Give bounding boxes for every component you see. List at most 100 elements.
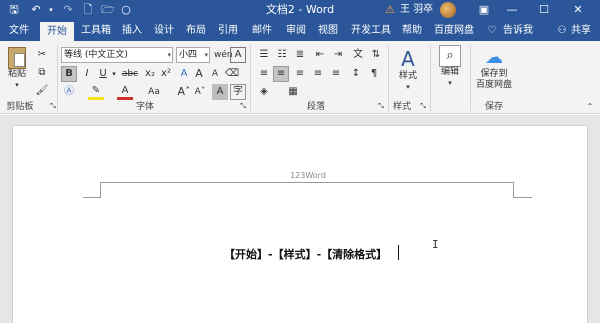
font-size-combo[interactable]: 小四 ▾ <box>176 47 210 63</box>
multilevel-list-icon[interactable]: ≣ <box>292 47 308 63</box>
align-right-icon[interactable]: ≡ <box>292 66 308 82</box>
tab-help[interactable]: 帮助 <box>398 20 426 41</box>
underline-dropdown-icon[interactable]: ▾ <box>110 66 118 82</box>
editing-dropdown-icon: ▾ <box>448 79 452 87</box>
baidu-netdisk-icon: ☁ <box>485 47 503 68</box>
circle-icon[interactable]: ○ <box>118 1 134 19</box>
save-to-baidu-button[interactable]: ☁ 保存到 百度网盘 <box>474 47 514 91</box>
styles-button[interactable]: A 样式 ▾ <box>392 47 424 93</box>
baidu-netdisk-label: 百度网盘 <box>475 80 512 90</box>
close-icon[interactable]: ✕ <box>570 1 586 19</box>
paragraph-launcher-icon[interactable]: ⤡ <box>376 101 386 111</box>
minimize-icon[interactable]: — <box>504 1 520 19</box>
margin-mark-left <box>83 197 101 198</box>
ribbon-tab-bar: 文件 开始 工具箱 插入 设计 布局 引用 邮件 审阅 视图 开发工具 帮助 百… <box>0 20 600 41</box>
paste-label: 粘贴 <box>7 69 26 79</box>
tab-view[interactable]: 视图 <box>314 20 342 41</box>
tab-references[interactable]: 引用 <box>214 20 242 41</box>
search-icon: ⌕ <box>439 45 461 67</box>
paste-button[interactable]: 粘贴 ▾ <box>4 47 30 91</box>
increase-indent-icon[interactable]: ⇥ <box>330 47 346 63</box>
styles-launcher-icon[interactable]: ⤡ <box>418 101 428 111</box>
undo-dropdown-icon[interactable]: ▾ <box>46 1 56 19</box>
shading-icon[interactable]: ◈ <box>256 84 272 100</box>
align-center-icon[interactable]: ≡ <box>273 66 289 82</box>
save-group-label: 保存 <box>484 102 503 112</box>
bullets-icon[interactable]: ☰ <box>256 47 272 63</box>
font-launcher-icon[interactable]: ⤡ <box>238 101 248 111</box>
save-icon[interactable]: 🖫 <box>6 1 22 19</box>
new-document-icon[interactable]: 🗋 <box>80 1 96 19</box>
underline-button[interactable]: U <box>95 66 111 82</box>
font-color-icon[interactable]: A <box>117 84 133 100</box>
tab-insert[interactable]: 插入 <box>118 20 146 41</box>
tell-me[interactable]: 告诉我 <box>500 20 536 41</box>
decrease-indent-icon[interactable]: ⇤ <box>312 47 328 63</box>
tab-toolbox[interactable]: 工具箱 <box>78 20 114 41</box>
text-effects-icon[interactable]: A <box>176 66 192 82</box>
show-marks-icon[interactable]: ¶ <box>366 66 382 82</box>
shrink-font-icon[interactable]: Aˇ <box>192 84 208 100</box>
shrink-font-button[interactable]: A <box>207 66 223 82</box>
text-effect-icon[interactable]: Ⓐ <box>61 84 77 100</box>
chinese-layout-icon[interactable]: 文 <box>350 47 366 63</box>
chevron-down-icon: ▾ <box>167 51 171 59</box>
enclose-characters-icon[interactable]: 字 <box>230 84 246 100</box>
tab-design[interactable]: 设计 <box>150 20 178 41</box>
margin-mark-left-vertical <box>100 182 101 198</box>
italic-button[interactable]: I <box>79 66 95 82</box>
tab-baidu-netdisk[interactable]: 百度网盘 <box>432 20 476 41</box>
borders-icon[interactable]: ▦ <box>285 84 301 100</box>
chevron-down-icon: ▾ <box>204 51 208 59</box>
header-line <box>100 182 514 183</box>
copy-icon[interactable]: ⧉ <box>34 65 50 81</box>
distributed-icon[interactable]: ≡ <box>328 66 344 82</box>
sort-icon[interactable]: ⇅ <box>368 47 384 63</box>
tab-layout[interactable]: 布局 <box>182 20 210 41</box>
tab-developer[interactable]: 开发工具 <box>348 20 394 41</box>
strikethrough-button[interactable]: abc <box>121 66 139 82</box>
character-shading-icon[interactable]: A <box>212 84 228 100</box>
ribbon-display-icon[interactable]: ▣ <box>476 1 492 19</box>
numbering-icon[interactable]: ☷ <box>274 47 290 63</box>
ibeam-cursor-icon: I <box>432 238 439 251</box>
undo-icon[interactable]: ↶ <box>28 1 44 19</box>
share-button[interactable]: 共享 <box>568 20 594 41</box>
lightbulb-icon[interactable]: ♡ <box>486 20 498 41</box>
avatar[interactable] <box>440 2 456 18</box>
character-border-icon[interactable]: A <box>230 47 246 63</box>
tab-file[interactable]: 文件 <box>4 20 34 41</box>
clear-formatting-icon[interactable]: ⌫ <box>224 66 240 82</box>
line-spacing-icon[interactable]: ↕ <box>348 66 364 82</box>
open-folder-icon[interactable]: 🗁 <box>100 1 116 19</box>
user-name[interactable]: 王 羽卒 <box>400 0 433 20</box>
warning-icon[interactable]: ⚠ <box>382 1 398 19</box>
tab-review[interactable]: 审阅 <box>282 20 310 41</box>
share-icon[interactable]: ⚇ <box>556 20 568 41</box>
highlight-icon[interactable]: ✎ <box>88 84 104 100</box>
tab-mailings[interactable]: 邮件 <box>248 20 276 41</box>
superscript-button[interactable]: x² <box>158 66 174 82</box>
document-page[interactable]: 123Word 【开始】-【样式】-【清除格式】 I <box>12 125 588 323</box>
page-header[interactable]: 123Word <box>268 171 348 180</box>
collapse-ribbon-icon[interactable]: ⌃ <box>582 99 598 115</box>
format-painter-icon[interactable]: 🖌 <box>34 83 50 99</box>
maximize-icon[interactable]: ☐ <box>536 1 552 19</box>
font-name-combo[interactable]: 等线 (中文正文) ▾ <box>61 47 173 63</box>
editing-button[interactable]: ⌕ 编辑 ▾ <box>434 45 466 89</box>
grow-font-button[interactable]: A <box>191 66 207 82</box>
paragraph-group-label: 段落 <box>306 102 325 112</box>
justify-icon[interactable]: ≡ <box>310 66 326 82</box>
cut-icon[interactable]: ✂ <box>34 47 50 63</box>
clipboard-group-label: 剪贴板 <box>6 102 34 112</box>
change-case-button[interactable]: Aa <box>146 84 162 100</box>
align-left-icon[interactable]: ≡ <box>256 66 272 82</box>
subscript-button[interactable]: x₂ <box>142 66 158 82</box>
redo-icon[interactable]: ↷ <box>60 1 76 19</box>
document-body-text[interactable]: 【开始】-【样式】-【清除格式】 <box>224 246 387 262</box>
change-case-icon[interactable]: wén <box>214 47 233 63</box>
bold-button[interactable]: B <box>61 66 77 82</box>
tab-home[interactable]: 开始 <box>40 22 74 41</box>
grow-font-icon[interactable]: Aˆ <box>176 84 192 100</box>
clipboard-icon <box>8 47 26 69</box>
